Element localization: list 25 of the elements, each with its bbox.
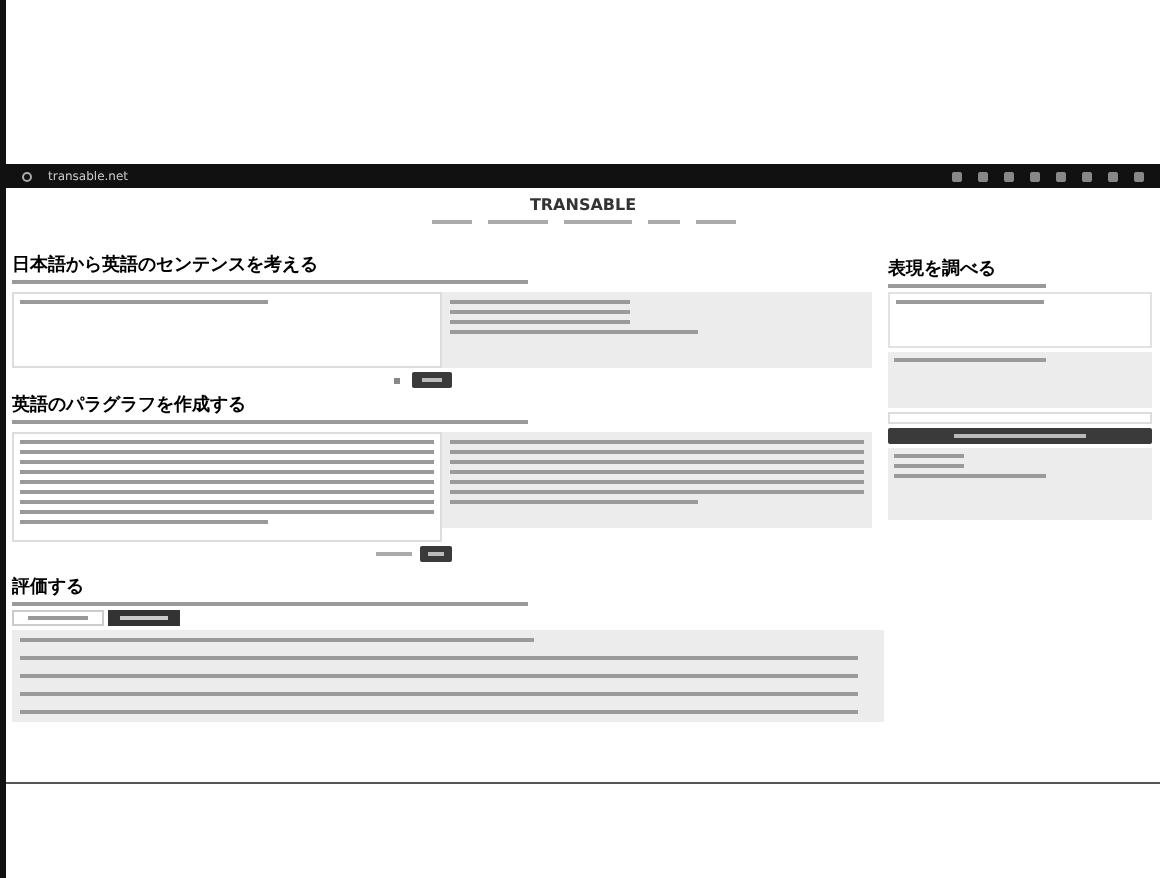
text-line	[894, 464, 964, 468]
input-field[interactable]	[888, 292, 1152, 348]
section-title: 英語のパラグラフを作成する	[12, 396, 248, 416]
tab[interactable]	[108, 610, 180, 626]
clear-icon[interactable]	[394, 377, 400, 383]
toolbar-icon[interactable]	[952, 171, 962, 181]
toolbar-icon[interactable]	[978, 171, 988, 181]
site-logo: TRANSABLE	[529, 196, 637, 214]
toolbar-icon[interactable]	[1004, 171, 1014, 181]
input-field[interactable]	[12, 292, 442, 368]
submit-button[interactable]	[420, 546, 452, 562]
input-field[interactable]	[888, 412, 1152, 424]
text-line	[894, 454, 964, 458]
toolbar-icon[interactable]	[1134, 171, 1144, 181]
input-field[interactable]	[12, 432, 442, 542]
section-title: 日本語から英語のセンテンスを考える	[12, 256, 320, 276]
toolbar-icon[interactable]	[1030, 171, 1040, 181]
submit-button[interactable]	[888, 428, 1152, 444]
toolbar-icon[interactable]	[1082, 171, 1092, 181]
submit-button[interactable]	[412, 372, 452, 388]
section-title: 評価する	[12, 578, 86, 598]
toolbar-icon[interactable]	[1108, 171, 1118, 181]
section-title: 表現を調べる	[888, 260, 998, 280]
toolbar-icon[interactable]	[1056, 171, 1066, 181]
reload-icon[interactable]	[22, 171, 32, 181]
